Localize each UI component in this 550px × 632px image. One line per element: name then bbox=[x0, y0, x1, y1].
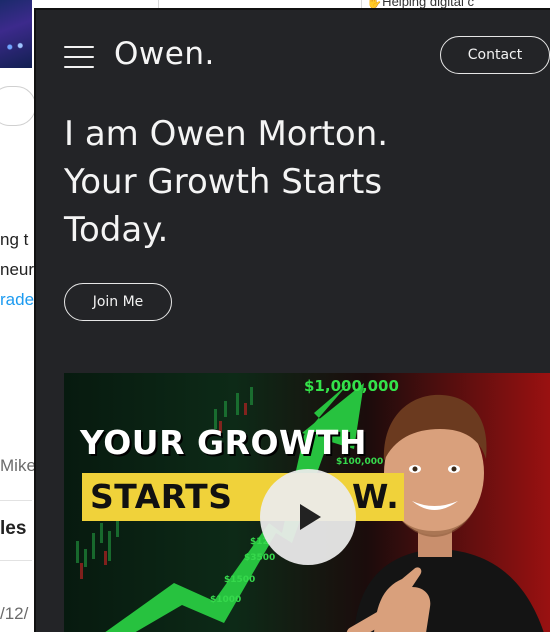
play-icon bbox=[300, 504, 321, 530]
thumbnail-title-line1: YOUR GROWTH bbox=[80, 423, 368, 462]
thumbnail-title-line2: STARTS bbox=[90, 477, 233, 516]
hero-headline-line: Today. bbox=[64, 210, 169, 250]
background-link[interactable]: rade bbox=[0, 290, 34, 310]
background-thumbnail-image bbox=[0, 0, 32, 68]
background-button[interactable] bbox=[0, 86, 36, 126]
money-label: $1500 bbox=[224, 575, 256, 585]
hero-headline: I am Owen Morton. Your Growth Starts Tod… bbox=[64, 110, 524, 254]
site-logo[interactable]: Owen. bbox=[114, 36, 215, 72]
background-divider bbox=[0, 560, 32, 561]
video-thumbnail[interactable]: $1,000,000 $100,000 $12 $3500 $1500 $100… bbox=[64, 373, 550, 632]
play-button[interactable] bbox=[260, 469, 356, 565]
hamburger-icon[interactable] bbox=[64, 46, 94, 68]
money-label: $1000 bbox=[210, 595, 242, 605]
join-me-button[interactable]: Join Me bbox=[64, 283, 172, 321]
contact-button[interactable]: Contact bbox=[440, 36, 550, 74]
background-text-line: ng t bbox=[0, 230, 29, 249]
background-text-line: neur bbox=[0, 260, 35, 279]
owen-site-page: Owen. Contact I am Owen Morton. Your Gro… bbox=[34, 8, 550, 632]
thumbnail-title-line2-tail: W. bbox=[352, 477, 400, 516]
background-heading: les bbox=[0, 518, 27, 539]
hero-headline-line: I am Owen Morton. bbox=[64, 114, 389, 154]
background-bio-text: ✋Helping digital c bbox=[366, 0, 474, 9]
background-divider bbox=[0, 500, 32, 501]
background-mention[interactable]: Mike bbox=[0, 456, 36, 476]
money-label-top: $1,000,000 bbox=[304, 377, 399, 395]
hero-headline-line: Your Growth Starts bbox=[64, 162, 383, 202]
background-date: /12/ bbox=[0, 604, 29, 623]
